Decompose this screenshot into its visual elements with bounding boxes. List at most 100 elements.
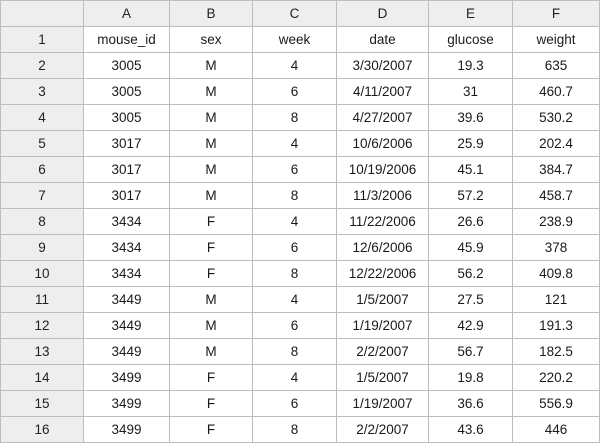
cell-a[interactable]: 3499 xyxy=(83,390,170,417)
cell-f[interactable]: 409.8 xyxy=(512,260,600,287)
cell-e[interactable]: 25.9 xyxy=(428,130,513,157)
cell-f[interactable]: 191.3 xyxy=(512,312,600,339)
cell-b[interactable]: M xyxy=(169,312,253,339)
cell-a[interactable]: 3017 xyxy=(83,130,170,157)
cell-d[interactable]: 10/19/2006 xyxy=(336,156,429,183)
cell-d[interactable]: 1/19/2007 xyxy=(336,390,429,417)
cell-d[interactable]: date xyxy=(336,26,429,53)
cell-e[interactable]: 19.3 xyxy=(428,52,513,79)
row-header[interactable]: 11 xyxy=(0,286,84,313)
cell-b[interactable]: F xyxy=(169,260,253,287)
cell-b[interactable]: M xyxy=(169,78,253,105)
cell-b[interactable]: F xyxy=(169,234,253,261)
cell-b[interactable]: M xyxy=(169,52,253,79)
cell-c[interactable]: 8 xyxy=(252,416,337,443)
cell-d[interactable]: 12/22/2006 xyxy=(336,260,429,287)
row-header[interactable]: 8 xyxy=(0,208,84,235)
cell-a[interactable]: 3005 xyxy=(83,104,170,131)
cell-e[interactable]: 39.6 xyxy=(428,104,513,131)
cell-a[interactable]: 3017 xyxy=(83,156,170,183)
column-header-d[interactable]: D xyxy=(336,0,429,27)
cell-b[interactable]: F xyxy=(169,364,253,391)
cell-f[interactable]: 458.7 xyxy=(512,182,600,209)
cell-c[interactable]: 8 xyxy=(252,104,337,131)
cell-c[interactable]: 6 xyxy=(252,234,337,261)
cell-c[interactable]: 8 xyxy=(252,182,337,209)
cell-d[interactable]: 11/22/2006 xyxy=(336,208,429,235)
row-header[interactable]: 16 xyxy=(0,416,84,443)
row-header[interactable]: 6 xyxy=(0,156,84,183)
column-header-e[interactable]: E xyxy=(428,0,513,27)
row-header[interactable]: 4 xyxy=(0,104,84,131)
cell-e[interactable]: 56.7 xyxy=(428,338,513,365)
cell-e[interactable]: glucose xyxy=(428,26,513,53)
cell-a[interactable]: 3449 xyxy=(83,338,170,365)
cell-f[interactable]: 238.9 xyxy=(512,208,600,235)
cell-a[interactable]: 3017 xyxy=(83,182,170,209)
cell-f[interactable]: 460.7 xyxy=(512,78,600,105)
cell-a[interactable]: 3434 xyxy=(83,208,170,235)
row-header[interactable]: 1 xyxy=(0,26,84,53)
cell-b[interactable]: M xyxy=(169,130,253,157)
cell-d[interactable]: 3/30/2007 xyxy=(336,52,429,79)
cell-d[interactable]: 12/6/2006 xyxy=(336,234,429,261)
cell-b[interactable]: M xyxy=(169,182,253,209)
cell-f[interactable]: 530.2 xyxy=(512,104,600,131)
cell-b[interactable]: F xyxy=(169,390,253,417)
column-header-b[interactable]: B xyxy=(169,0,253,27)
cell-c[interactable]: 8 xyxy=(252,260,337,287)
cell-f[interactable]: 384.7 xyxy=(512,156,600,183)
cell-a[interactable]: 3449 xyxy=(83,286,170,313)
cell-f[interactable]: 635 xyxy=(512,52,600,79)
cell-b[interactable]: F xyxy=(169,416,253,443)
cell-c[interactable]: 4 xyxy=(252,208,337,235)
cell-e[interactable]: 31 xyxy=(428,78,513,105)
cell-b[interactable]: M xyxy=(169,156,253,183)
column-header-a[interactable]: A xyxy=(83,0,170,27)
cell-c[interactable]: 6 xyxy=(252,78,337,105)
cell-c[interactable]: 6 xyxy=(252,156,337,183)
cell-e[interactable]: 45.9 xyxy=(428,234,513,261)
cell-d[interactable]: 11/3/2006 xyxy=(336,182,429,209)
cell-f[interactable]: 378 xyxy=(512,234,600,261)
row-header[interactable]: 2 xyxy=(0,52,84,79)
row-header[interactable]: 12 xyxy=(0,312,84,339)
cell-d[interactable]: 4/11/2007 xyxy=(336,78,429,105)
cell-d[interactable]: 1/5/2007 xyxy=(336,364,429,391)
row-header[interactable]: 15 xyxy=(0,390,84,417)
cell-c[interactable]: 4 xyxy=(252,130,337,157)
cell-b[interactable]: M xyxy=(169,286,253,313)
cell-e[interactable]: 42.9 xyxy=(428,312,513,339)
cell-a[interactable]: 3005 xyxy=(83,52,170,79)
cell-a[interactable]: 3434 xyxy=(83,260,170,287)
cell-a[interactable]: 3499 xyxy=(83,416,170,443)
column-header-f[interactable]: F xyxy=(512,0,600,27)
cell-b[interactable]: sex xyxy=(169,26,253,53)
cell-e[interactable]: 43.6 xyxy=(428,416,513,443)
cell-c[interactable]: 4 xyxy=(252,52,337,79)
row-header[interactable]: 5 xyxy=(0,130,84,157)
cell-e[interactable]: 57.2 xyxy=(428,182,513,209)
cell-f[interactable]: 182.5 xyxy=(512,338,600,365)
cell-e[interactable]: 56.2 xyxy=(428,260,513,287)
cell-d[interactable]: 10/6/2006 xyxy=(336,130,429,157)
row-header[interactable]: 13 xyxy=(0,338,84,365)
cell-b[interactable]: F xyxy=(169,208,253,235)
row-header[interactable]: 9 xyxy=(0,234,84,261)
row-header[interactable]: 14 xyxy=(0,364,84,391)
cell-f[interactable]: 220.2 xyxy=(512,364,600,391)
row-header[interactable]: 10 xyxy=(0,260,84,287)
cell-a[interactable]: mouse_id xyxy=(83,26,170,53)
cell-f[interactable]: 446 xyxy=(512,416,600,443)
cell-c[interactable]: 6 xyxy=(252,312,337,339)
cell-c[interactable]: 4 xyxy=(252,364,337,391)
cell-f[interactable]: 202.4 xyxy=(512,130,600,157)
cell-c[interactable]: week xyxy=(252,26,337,53)
cell-d[interactable]: 1/5/2007 xyxy=(336,286,429,313)
cell-e[interactable]: 27.5 xyxy=(428,286,513,313)
cell-c[interactable]: 8 xyxy=(252,338,337,365)
cell-f[interactable]: 121 xyxy=(512,286,600,313)
cell-e[interactable]: 45.1 xyxy=(428,156,513,183)
cell-a[interactable]: 3449 xyxy=(83,312,170,339)
cell-b[interactable]: M xyxy=(169,338,253,365)
